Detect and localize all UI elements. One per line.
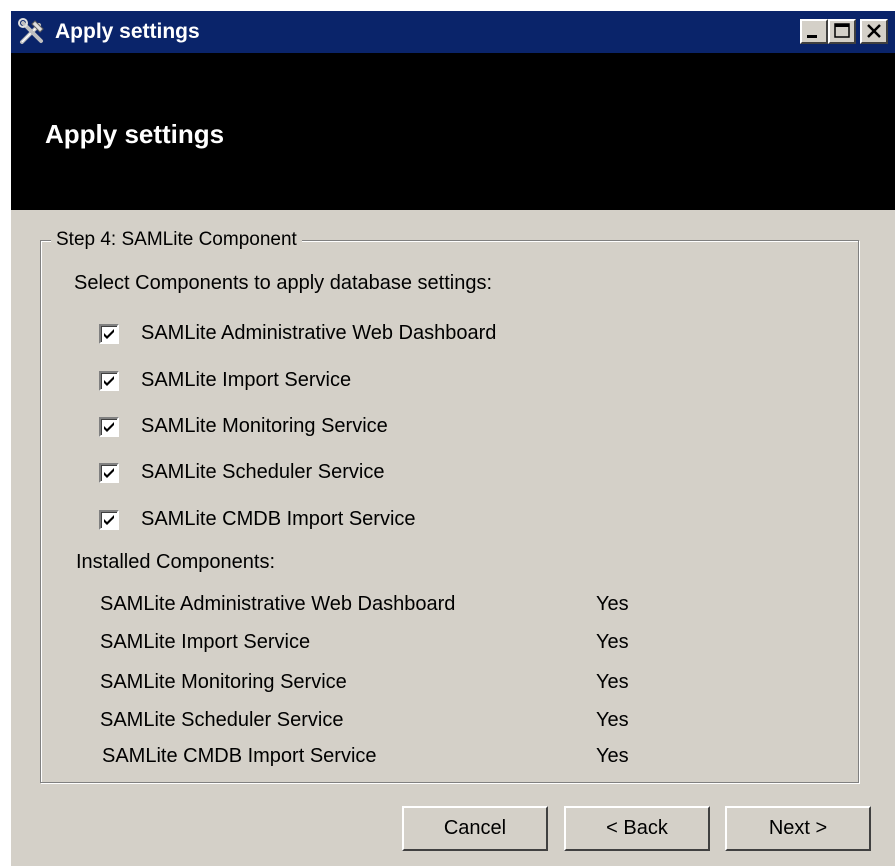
tools-icon — [17, 17, 47, 47]
installed-component-status: Yes — [596, 671, 629, 693]
installed-component-name: SAMLite CMDB Import Service — [102, 745, 377, 767]
installed-component-status: Yes — [596, 593, 629, 615]
component-label: SAMLite Monitoring Service — [141, 415, 388, 437]
maximize-icon — [834, 23, 850, 38]
checkmark-icon — [104, 376, 114, 386]
maximize-button[interactable] — [828, 19, 856, 44]
installed-components-heading: Installed Components: — [76, 551, 276, 573]
installed-component-name: SAMLite Import Service — [100, 631, 311, 653]
checkbox-checked[interactable] — [99, 417, 119, 437]
component-label: SAMLite Scheduler Service — [141, 461, 385, 483]
installed-component-name: SAMLite Monitoring Service — [100, 671, 347, 693]
installed-component-name: SAMLite Scheduler Service — [100, 709, 344, 731]
checkbox-checked[interactable] — [99, 324, 119, 344]
checkmark-icon — [104, 329, 114, 339]
installed-component-status: Yes — [596, 745, 629, 767]
apply-settings-window: Apply settings Apply settings Step 4: SA… — [10, 10, 895, 866]
next-button[interactable]: Next > — [725, 806, 871, 851]
step-legend: Step 4: SAMLite Component — [51, 229, 302, 251]
component-label: SAMLite Import Service — [141, 369, 352, 391]
checkbox-checked[interactable] — [99, 371, 119, 391]
minimize-button[interactable] — [800, 19, 828, 44]
window-title: Apply settings — [55, 20, 200, 43]
checkbox-checked[interactable] — [99, 463, 119, 483]
banner-title: Apply settings — [45, 119, 225, 149]
select-components-prompt: Select Components to apply database sett… — [74, 272, 493, 294]
installed-component-name: SAMLite Administrative Web Dashboard — [100, 593, 456, 615]
close-icon — [867, 24, 881, 38]
checkmark-icon — [104, 422, 114, 432]
installed-component-status: Yes — [596, 631, 629, 653]
title-bar[interactable]: Apply settings — [11, 11, 895, 53]
checkbox-checked[interactable] — [99, 510, 119, 530]
back-button[interactable]: < Back — [564, 806, 710, 851]
checkmark-icon — [104, 515, 114, 525]
cancel-button[interactable]: Cancel — [402, 806, 548, 851]
checkmark-icon — [104, 468, 114, 478]
minimize-icon — [807, 35, 817, 38]
header-banner: Apply settings — [11, 53, 895, 210]
component-label: SAMLite Administrative Web Dashboard — [141, 322, 497, 344]
component-label: SAMLite CMDB Import Service — [141, 508, 416, 530]
installed-component-status: Yes — [596, 709, 629, 731]
close-button[interactable] — [860, 19, 888, 44]
